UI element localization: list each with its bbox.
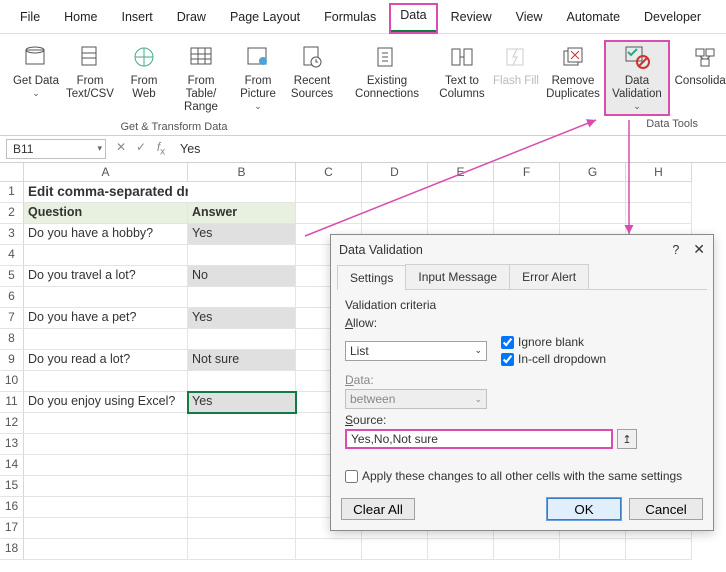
cmd-data-validation[interactable]: Data Validation ⌄ bbox=[604, 40, 670, 116]
col-hdr-f[interactable]: F bbox=[494, 163, 560, 182]
cmd-flash-fill[interactable]: Flash Fill bbox=[490, 40, 542, 116]
tab-draw[interactable]: Draw bbox=[167, 6, 216, 32]
col-hdr-a[interactable]: A bbox=[24, 163, 188, 182]
consolidate-icon bbox=[690, 42, 720, 72]
cmd-from-csv[interactable]: From Text/CSV bbox=[64, 40, 116, 119]
formula-bar: B11▾ ✕ ✓ fx Yes bbox=[0, 136, 726, 163]
name-box[interactable]: B11▾ bbox=[6, 139, 106, 159]
cmd-from-picture[interactable]: From Picture ⌄ bbox=[232, 40, 284, 119]
tab-home[interactable]: Home bbox=[54, 6, 107, 32]
active-cell[interactable]: Yes ▾ bbox=[188, 392, 296, 413]
col-hdr-e[interactable]: E bbox=[428, 163, 494, 182]
data-label: Data: bbox=[345, 373, 699, 387]
data-validation-icon bbox=[622, 42, 652, 72]
connections-icon bbox=[372, 42, 402, 72]
range-selector-button[interactable]: ↥ bbox=[617, 429, 637, 449]
incell-dropdown-checkbox[interactable]: In-cell dropdown bbox=[501, 352, 606, 366]
ribbon-tabs: File Home Insert Draw Page Layout Formul… bbox=[0, 0, 726, 34]
picture-icon bbox=[243, 42, 273, 72]
tab-view[interactable]: View bbox=[506, 6, 553, 32]
col-hdr-c[interactable]: C bbox=[296, 163, 362, 182]
col-hdr-g[interactable]: G bbox=[560, 163, 626, 182]
cell[interactable]: Edit comma-separated drop down list bbox=[24, 182, 188, 203]
enter-entry-icon[interactable]: ✓ bbox=[132, 140, 150, 157]
close-icon[interactable]: ✕ bbox=[693, 241, 705, 258]
cancel-entry-icon[interactable]: ✕ bbox=[112, 140, 130, 157]
table-icon bbox=[186, 42, 216, 72]
allow-label: Allow: bbox=[345, 316, 699, 330]
cmd-from-web[interactable]: From Web bbox=[118, 40, 170, 119]
row-hdr[interactable]: 1 bbox=[0, 182, 24, 203]
col-hdr-h[interactable]: H bbox=[626, 163, 692, 182]
cmd-get-data[interactable]: Get Data ⌄ bbox=[10, 40, 62, 119]
collapse-dialog-icon: ↥ bbox=[622, 433, 631, 446]
allow-select[interactable]: List ⌄ bbox=[345, 341, 487, 361]
cell[interactable] bbox=[188, 182, 296, 203]
tab-insert[interactable]: Insert bbox=[112, 6, 163, 32]
ignore-blank-checkbox[interactable]: Ignore blank bbox=[501, 335, 606, 349]
csv-file-icon bbox=[75, 42, 105, 72]
criteria-label: Validation criteria bbox=[345, 298, 699, 312]
ribbon: Get Data ⌄ From Text/CSV From Web From T… bbox=[0, 34, 726, 136]
source-input[interactable]: Yes,No,Not sure bbox=[345, 429, 613, 449]
dlg-tab-settings[interactable]: Settings bbox=[337, 265, 406, 290]
chevron-down-icon: ⌄ bbox=[474, 394, 482, 405]
chevron-down-icon: ▾ bbox=[97, 143, 102, 154]
data-validation-dialog: Data Validation ? ✕ Settings Input Messa… bbox=[330, 234, 714, 531]
flash-fill-icon bbox=[501, 42, 531, 72]
recent-icon bbox=[297, 42, 327, 72]
ok-button[interactable]: OK bbox=[547, 498, 621, 520]
col-hdr-d[interactable]: D bbox=[362, 163, 428, 182]
source-label: Source: bbox=[345, 413, 699, 427]
cmd-from-table[interactable]: From Table/ Range bbox=[172, 40, 230, 119]
tab-file[interactable]: File bbox=[10, 6, 50, 32]
dlg-tab-error-alert[interactable]: Error Alert bbox=[509, 264, 589, 289]
database-icon bbox=[21, 42, 51, 72]
dialog-title: Data Validation bbox=[339, 243, 423, 257]
clear-all-button[interactable]: Clear All bbox=[341, 498, 415, 520]
select-all-corner[interactable] bbox=[0, 163, 24, 182]
cmd-remove-duplicates[interactable]: Remove Duplicates bbox=[544, 40, 602, 116]
tab-data[interactable]: Data bbox=[390, 4, 436, 33]
cancel-button[interactable]: Cancel bbox=[629, 498, 703, 520]
group-label-datatools: Data Tools bbox=[646, 118, 698, 130]
tab-automate[interactable]: Automate bbox=[557, 6, 631, 32]
fx-icon[interactable]: fx bbox=[152, 140, 170, 157]
data-select: between ⌄ bbox=[345, 389, 487, 409]
text-to-columns-icon bbox=[447, 42, 477, 72]
cmd-consolidate[interactable]: Consolidate bbox=[672, 40, 726, 116]
col-hdr-b[interactable]: B bbox=[188, 163, 296, 182]
cell[interactable] bbox=[296, 182, 362, 203]
tab-pagelayout[interactable]: Page Layout bbox=[220, 6, 310, 32]
tab-review[interactable]: Review bbox=[441, 6, 502, 32]
tab-formulas[interactable]: Formulas bbox=[314, 6, 386, 32]
group-label-transform: Get & Transform Data bbox=[121, 121, 228, 133]
cmd-recent-sources[interactable]: Recent Sources bbox=[286, 40, 338, 119]
cell[interactable]: Answer bbox=[188, 203, 296, 224]
globe-icon bbox=[129, 42, 159, 72]
tab-developer[interactable]: Developer bbox=[634, 6, 711, 32]
dlg-tab-input-message[interactable]: Input Message bbox=[405, 264, 510, 289]
cmd-existing-connections[interactable]: Existing Connections bbox=[354, 40, 420, 105]
chevron-down-icon: ⌄ bbox=[474, 345, 482, 356]
cmd-text-to-columns[interactable]: Text to Columns bbox=[436, 40, 488, 116]
cell[interactable]: Question bbox=[24, 203, 188, 224]
help-button[interactable]: ? bbox=[672, 243, 679, 257]
apply-all-checkbox[interactable]: Apply these changes to all other cells w… bbox=[345, 469, 699, 483]
formula-input[interactable]: Yes bbox=[176, 140, 720, 158]
remove-duplicates-icon bbox=[558, 42, 588, 72]
